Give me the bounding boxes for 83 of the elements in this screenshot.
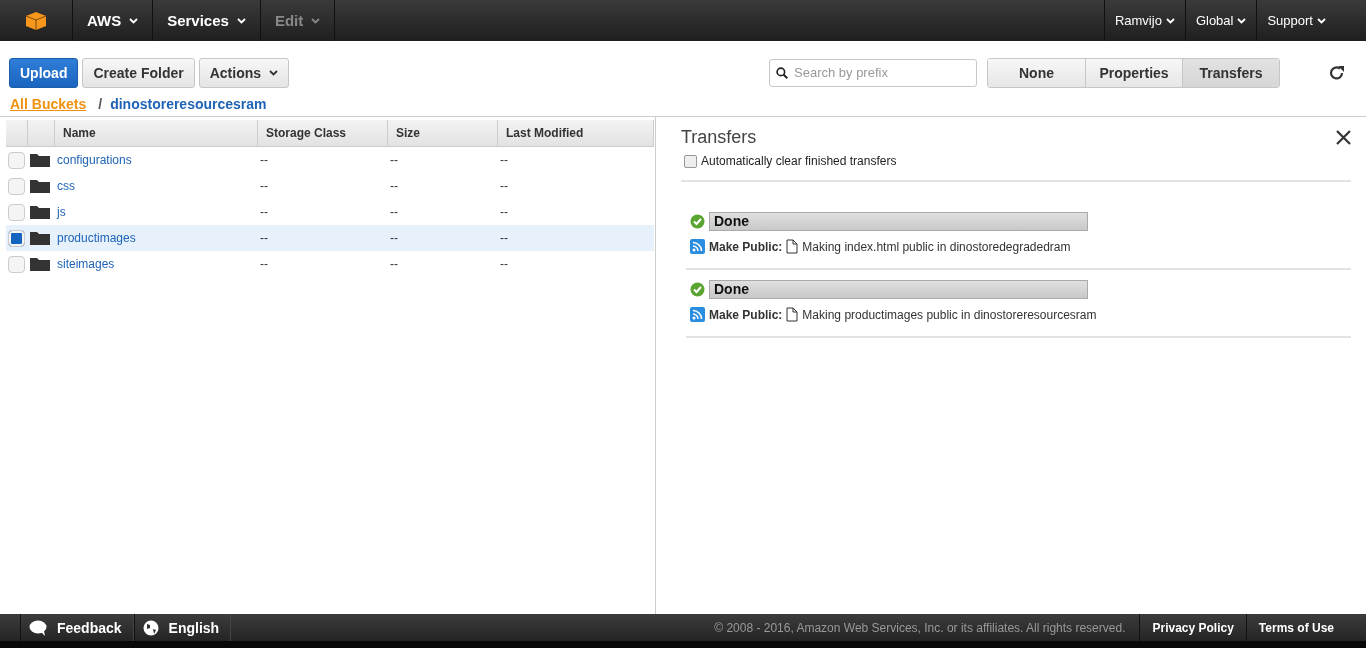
table-cell: -- xyxy=(390,257,398,271)
status-text: Done xyxy=(714,213,749,230)
nav-menu[interactable]: Support xyxy=(1256,0,1336,41)
column-header[interactable]: Size xyxy=(388,120,498,147)
check-circle-icon xyxy=(690,282,705,297)
file-icon xyxy=(786,239,799,254)
folder-name-link[interactable]: configurations xyxy=(57,153,132,167)
panel-title: Transfers xyxy=(681,127,757,148)
table-cell: -- xyxy=(500,257,508,271)
table-cell: -- xyxy=(390,205,398,219)
table-cell: -- xyxy=(500,205,508,219)
view-toggle-tab[interactable]: None xyxy=(988,58,1085,87)
caret-icon xyxy=(236,17,246,24)
caret-icon xyxy=(1237,17,1247,24)
create-folder-button[interactable]: Create Folder xyxy=(82,57,195,88)
transfer-description: Making index.html public in dinostoredegradedram xyxy=(802,239,1071,254)
footer-link[interactable]: Privacy Policy xyxy=(1139,614,1246,641)
table-cell: -- xyxy=(500,231,508,245)
nav-menu[interactable]: Global xyxy=(1184,0,1257,41)
cube-logo-icon[interactable] xyxy=(25,10,47,31)
caret-icon xyxy=(1165,17,1175,24)
nav-menu[interactable]: Ramvijo xyxy=(1103,0,1185,41)
footer-link[interactable]: Terms of Use xyxy=(1245,614,1346,641)
folder-name-link[interactable]: siteimages xyxy=(57,257,115,271)
feedback-link[interactable]: Feedback xyxy=(20,614,134,641)
transfer-description: Making productimages public in dinostoreresourcesram xyxy=(802,307,1097,322)
column-header[interactable]: Storage Class xyxy=(258,120,388,147)
row-checkbox[interactable] xyxy=(8,177,25,195)
check-circle-icon xyxy=(690,214,705,229)
nav-menu[interactable]: Services xyxy=(153,0,261,41)
copyright-text: © 2008 - 2016, Amazon Web Services, Inc. or its affiliates. All rights reserved. xyxy=(714,620,1127,635)
folder-icon xyxy=(30,231,50,245)
table-cell: -- xyxy=(500,179,508,193)
table-cell: -- xyxy=(260,179,268,193)
status-text: Done xyxy=(714,281,749,298)
folder-icon xyxy=(30,179,50,193)
row-checkbox[interactable] xyxy=(8,229,25,247)
file-icon xyxy=(786,307,799,322)
view-toggle-tab[interactable]: Transfers xyxy=(1182,58,1279,87)
search-box[interactable]: Search by prefix xyxy=(769,58,977,87)
breadcrumb-separator: / xyxy=(98,96,103,112)
action-label: Make Public: xyxy=(709,307,783,322)
language-link[interactable]: English xyxy=(133,614,232,641)
table-cell: -- xyxy=(390,179,398,193)
table-cell: -- xyxy=(260,153,268,167)
nav-menu[interactable]: AWS xyxy=(73,0,154,41)
caret-icon xyxy=(269,69,279,76)
table-cell: -- xyxy=(390,153,398,167)
table-cell: -- xyxy=(390,231,398,245)
search-icon xyxy=(776,64,788,81)
view-toggle-tab[interactable]: Properties xyxy=(1085,58,1182,87)
refresh-icon[interactable] xyxy=(1328,63,1346,82)
row-checkbox[interactable] xyxy=(8,255,25,273)
folder-icon xyxy=(30,153,50,167)
checkbox-label: Automatically clear finished transfers xyxy=(701,154,897,168)
caret-icon xyxy=(129,17,139,24)
caret-icon xyxy=(1317,17,1326,24)
header-cell xyxy=(28,120,55,147)
row-checkbox[interactable] xyxy=(8,151,25,169)
caret-icon xyxy=(311,17,321,24)
folder-icon xyxy=(30,205,50,219)
rss-icon xyxy=(690,307,705,322)
checkbox[interactable] xyxy=(684,154,697,168)
close-icon xyxy=(1336,130,1351,145)
table-cell: -- xyxy=(260,257,268,271)
folder-name-link[interactable]: css xyxy=(57,179,75,193)
close-button[interactable] xyxy=(1336,130,1351,145)
upload-button[interactable]: Upload xyxy=(9,57,79,88)
current-bucket-name: dinostoreresourcesram xyxy=(110,96,267,112)
column-header[interactable]: Name xyxy=(55,120,258,147)
table-cell: -- xyxy=(500,153,508,167)
column-header[interactable]: Last Modified xyxy=(498,120,654,147)
folder-name-link[interactable]: js xyxy=(57,205,66,219)
header-cell xyxy=(6,120,28,147)
rss-icon xyxy=(690,239,705,254)
speech-bubble-icon xyxy=(29,619,47,636)
actions-menu-button[interactable]: Actions xyxy=(198,57,290,88)
row-checkbox[interactable] xyxy=(8,203,25,221)
globe-icon xyxy=(142,619,159,636)
folder-icon xyxy=(30,257,50,271)
table-cell: -- xyxy=(260,231,268,245)
action-label: Make Public: xyxy=(709,239,783,254)
table-cell: -- xyxy=(260,205,268,219)
